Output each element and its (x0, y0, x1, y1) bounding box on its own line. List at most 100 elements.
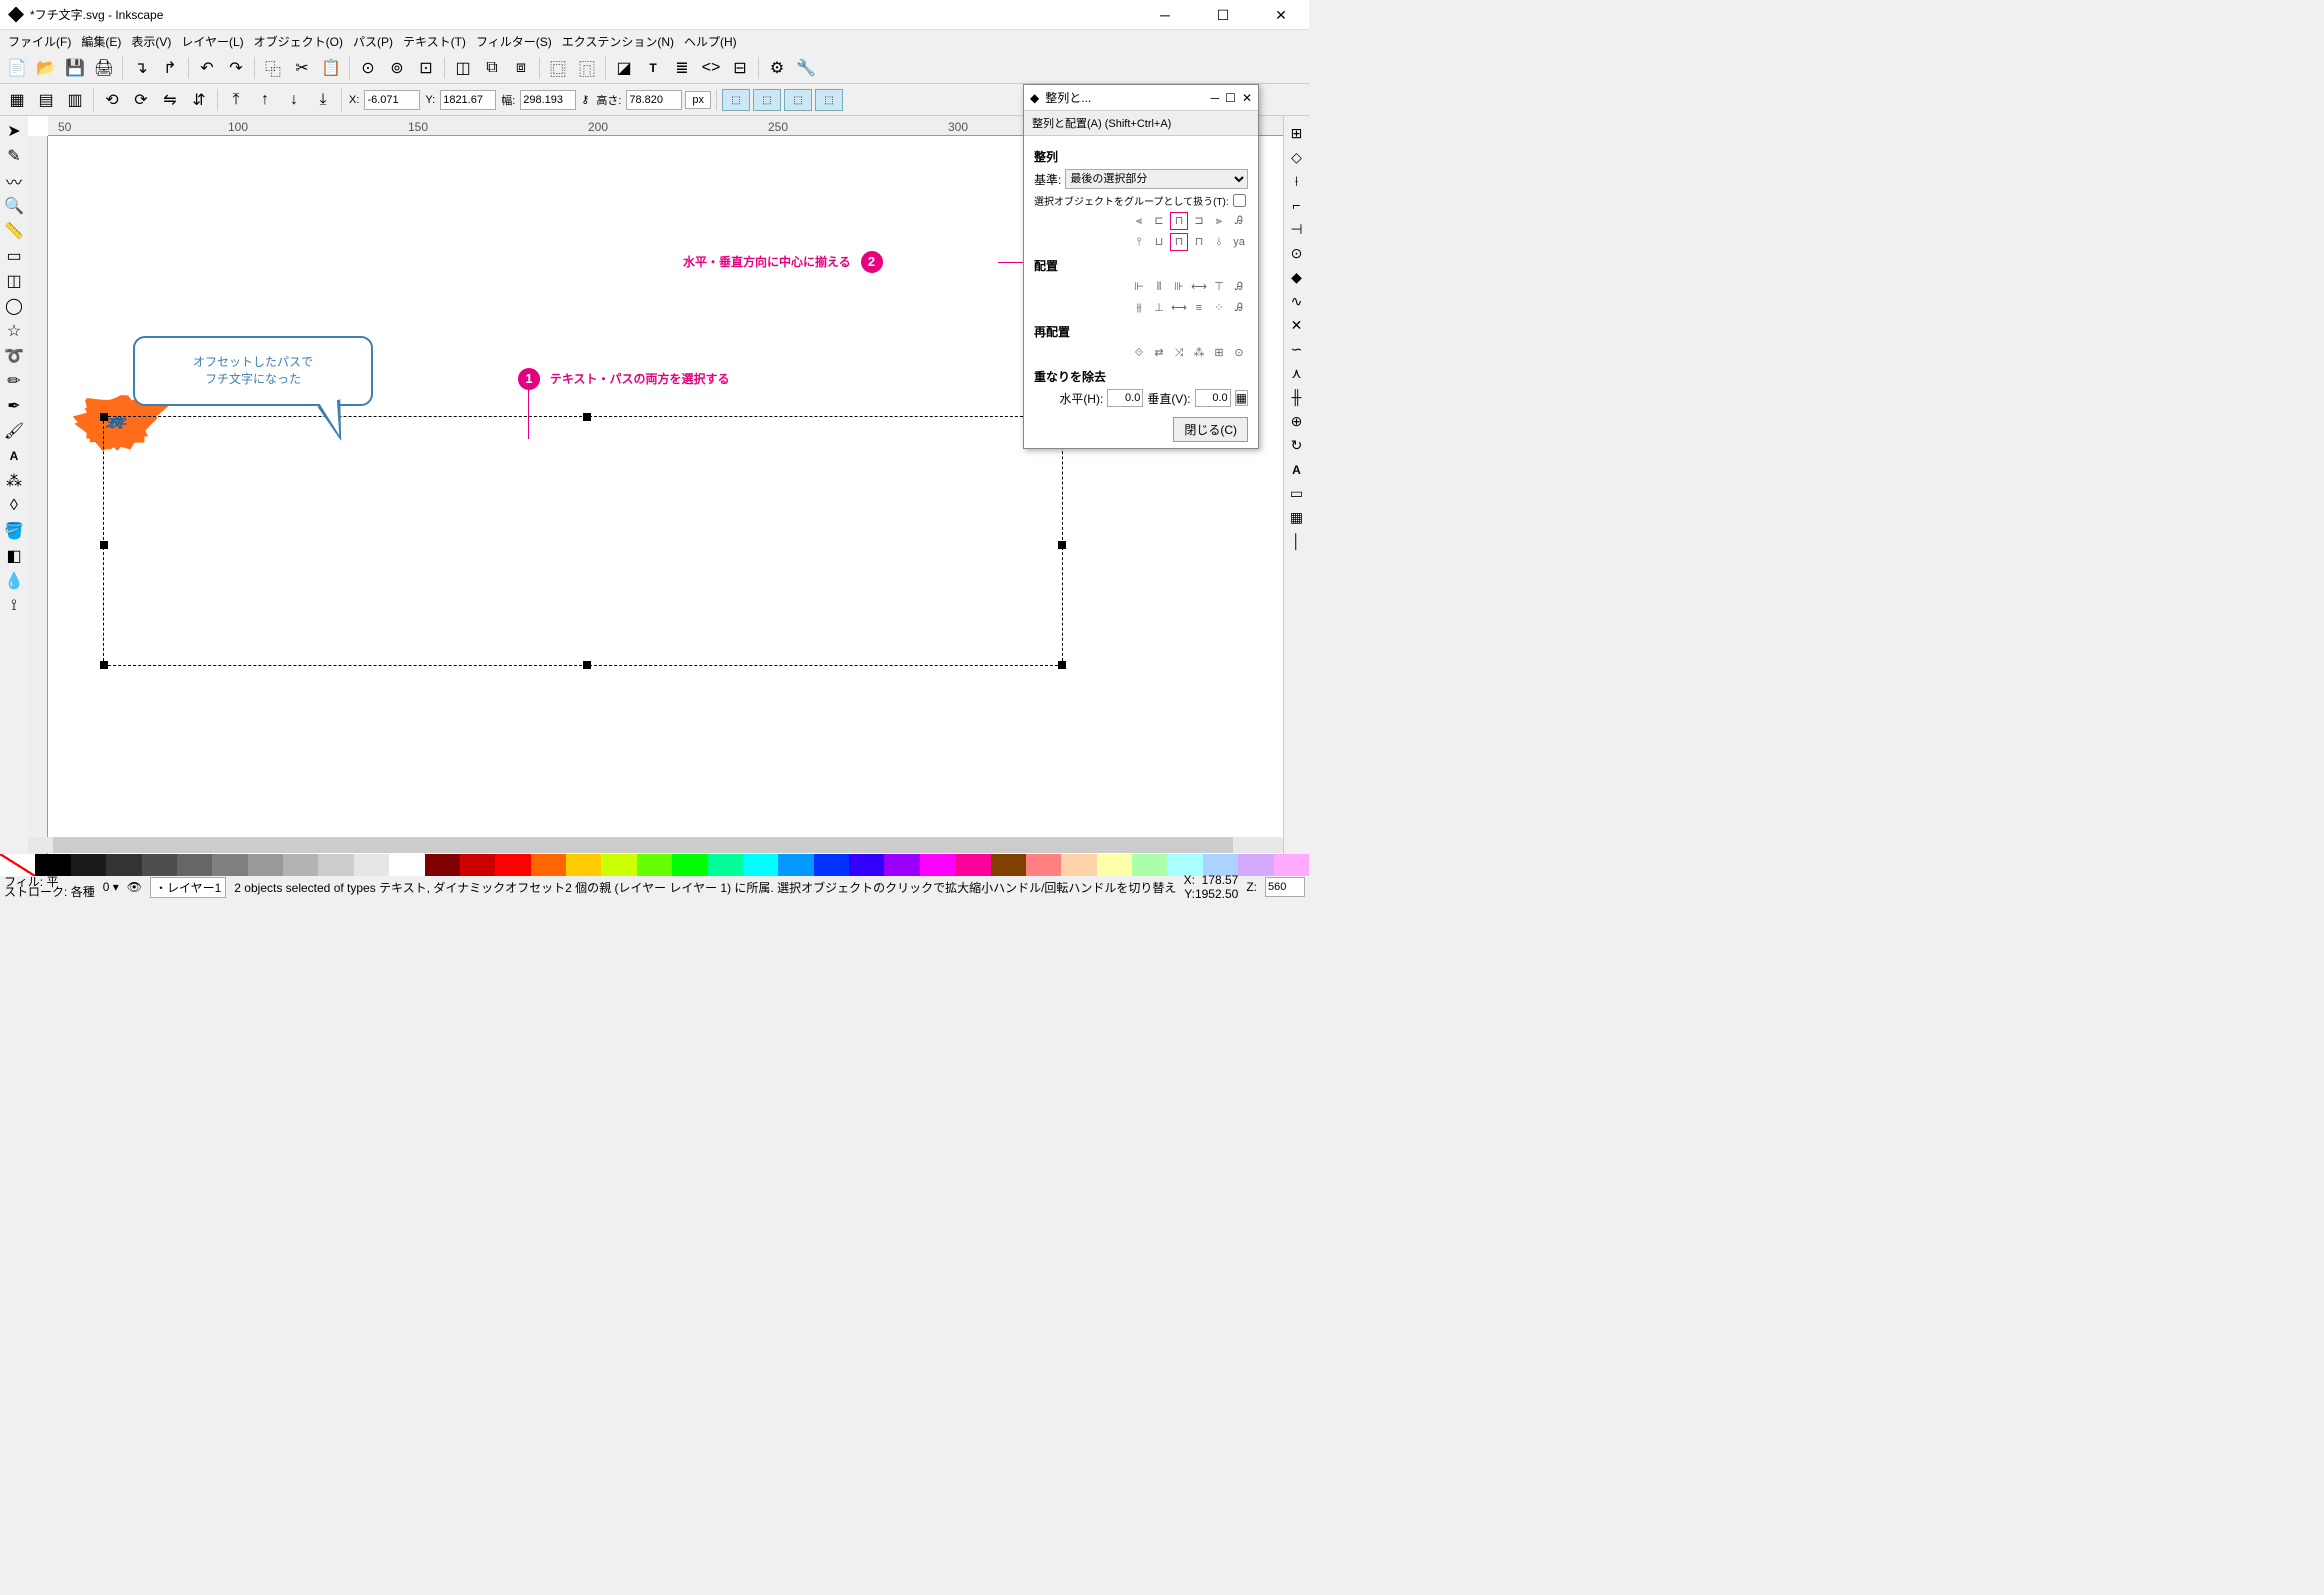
swatch[interactable] (849, 854, 884, 876)
align-top-icon[interactable]: ⊔ (1150, 233, 1168, 251)
align-left-out-icon[interactable]: ⫷ (1130, 212, 1148, 230)
snap-page-icon[interactable]: ▭ (1286, 482, 1308, 504)
prefs-icon[interactable]: ⚙ (764, 55, 790, 81)
menu-view[interactable]: 表示(V) (127, 31, 175, 52)
measure-tool-icon[interactable]: 📏 (2, 219, 26, 243)
overlap-h-input[interactable] (1107, 389, 1143, 407)
menu-file[interactable]: ファイル(F) (4, 31, 75, 52)
exchange-icon[interactable]: ⇄ (1150, 344, 1168, 362)
graph-icon[interactable]: ⟐ (1130, 344, 1148, 362)
swatch[interactable] (637, 854, 672, 876)
swatch-none[interactable] (0, 854, 35, 876)
dist-top-icon[interactable]: ⊤ (1210, 278, 1228, 296)
connector-tool-icon[interactable]: ⟟ (2, 594, 26, 618)
swatch[interactable] (1274, 854, 1309, 876)
snap-grid-icon[interactable]: ▦ (1286, 506, 1308, 528)
align-bottom-icon[interactable]: ⊓ (1190, 233, 1208, 251)
dist-left-icon[interactable]: ⊩ (1130, 278, 1148, 296)
swatch[interactable] (566, 854, 601, 876)
rotate-cw-icon[interactable]: ⟳ (128, 87, 154, 113)
zoom-input[interactable] (1265, 877, 1305, 897)
affect-corners[interactable]: ⬚ (753, 89, 781, 111)
lock-icon[interactable]: ⚷ (579, 93, 591, 106)
tweak-tool-icon[interactable]: 〰 (2, 169, 26, 193)
rotate-ccw-icon[interactable]: ⟲ (99, 87, 125, 113)
affect-stroke[interactable]: ⬚ (722, 89, 750, 111)
handle-se[interactable] (1058, 661, 1066, 669)
select-all-icon[interactable]: ▦ (4, 87, 30, 113)
menu-edit[interactable]: 編集(E) (77, 31, 125, 52)
swatch[interactable] (283, 854, 318, 876)
dialog-titlebar[interactable]: ◆ 整列と... ─ ☐ ✕ (1024, 85, 1258, 111)
opacity-control[interactable]: 0 ▾ (103, 880, 119, 894)
align-vcenter-icon[interactable]: ⊓ (1170, 233, 1188, 251)
swatch[interactable] (106, 854, 141, 876)
dist-vcenter-icon[interactable]: ⫵ (1130, 299, 1148, 317)
select-layers-icon[interactable]: ▤ (33, 87, 59, 113)
zoom-sel-icon[interactable]: ⊙ (355, 55, 381, 81)
dist-hgap-icon[interactable]: ⟷ (1190, 278, 1208, 296)
handle-nw[interactable] (100, 413, 108, 421)
raise-icon[interactable]: ↑ (252, 87, 278, 113)
snap-line-mid-icon[interactable]: ╫ (1286, 386, 1308, 408)
dist-vgap-icon[interactable]: ⟷ (1170, 299, 1188, 317)
calligraphy-tool-icon[interactable]: 🖌 (2, 419, 26, 443)
snap-intersect-icon[interactable]: ✕ (1286, 314, 1308, 336)
ellipse-tool-icon[interactable]: ◯ (2, 294, 26, 318)
undo-icon[interactable]: ↶ (194, 55, 220, 81)
swatch[interactable] (495, 854, 530, 876)
snap-midpoint-icon[interactable]: ⊣ (1286, 218, 1308, 240)
group-checkbox[interactable] (1233, 194, 1246, 207)
swatch[interactable] (955, 854, 990, 876)
exchange-z-icon[interactable]: ⤨ (1170, 344, 1188, 362)
swatch[interactable] (354, 854, 389, 876)
overlap-v-input[interactable] (1195, 389, 1231, 407)
menu-filter[interactable]: フィルター(S) (472, 31, 556, 52)
star-tool-icon[interactable]: ☆ (2, 319, 26, 343)
layer-visibility-icon[interactable]: 👁 (127, 880, 142, 894)
swatch[interactable] (601, 854, 636, 876)
node-tool-icon[interactable]: ✎ (2, 144, 26, 168)
cut-icon[interactable]: ✂ (289, 55, 315, 81)
swatch[interactable] (425, 854, 460, 876)
h-input[interactable] (626, 90, 682, 110)
swatch[interactable] (1026, 854, 1061, 876)
remove-overlap-icon[interactable]: ▦ (1235, 390, 1248, 406)
clone-icon[interactable]: ⧉ (479, 55, 505, 81)
3dbox-tool-icon[interactable]: ◫ (2, 269, 26, 293)
maximize-button[interactable]: ☐ (1203, 3, 1243, 27)
snap-node-icon[interactable]: ◆ (1286, 266, 1308, 288)
dist-baseline-icon[interactable]: Ꭿ (1230, 278, 1248, 296)
group-icon[interactable]: ⿴ (545, 55, 571, 81)
handle-w[interactable] (100, 541, 108, 549)
snap-text-icon[interactable]: A (1286, 458, 1308, 480)
lower-icon[interactable]: ↓ (281, 87, 307, 113)
unlink-icon[interactable]: ⧈ (508, 55, 534, 81)
swatch[interactable] (389, 854, 424, 876)
swatch[interactable] (142, 854, 177, 876)
swatch[interactable] (814, 854, 849, 876)
align-dialog[interactable]: ◆ 整列と... ─ ☐ ✕ 整列と配置(A) (Shift+Ctrl+A) 整… (1023, 84, 1259, 449)
zoom-page-icon[interactable]: ⊡ (413, 55, 439, 81)
align-bottom-out-icon[interactable]: ⫰ (1210, 233, 1228, 251)
selector-tool-icon[interactable]: ➤ (2, 119, 26, 143)
swatch[interactable] (1238, 854, 1273, 876)
snap-center-icon[interactable]: ⊙ (1286, 242, 1308, 264)
snap-edge-icon[interactable]: ⟊ (1286, 170, 1308, 192)
pencil-tool-icon[interactable]: ✏ (2, 369, 26, 393)
open-icon[interactable]: 📂 (33, 55, 59, 81)
copy-icon[interactable]: ⿻ (260, 55, 286, 81)
unclump-icon[interactable]: ⊞ (1210, 344, 1228, 362)
minimize-button[interactable]: ─ (1145, 3, 1185, 27)
swatch[interactable] (177, 854, 212, 876)
dropper-tool-icon[interactable]: 💧 (2, 569, 26, 593)
menu-path[interactable]: パス(P) (349, 31, 397, 52)
deselect-icon[interactable]: ▥ (62, 87, 88, 113)
lower-bottom-icon[interactable]: ⤓ (310, 87, 336, 113)
gradient-tool-icon[interactable]: ◧ (2, 544, 26, 568)
raise-top-icon[interactable]: ⤒ (223, 87, 249, 113)
rect-tool-icon[interactable]: ▭ (2, 244, 26, 268)
dist-equal-icon[interactable]: ≡ (1190, 299, 1208, 317)
swatch[interactable] (318, 854, 353, 876)
dist-random-icon[interactable]: ⁘ (1210, 299, 1228, 317)
